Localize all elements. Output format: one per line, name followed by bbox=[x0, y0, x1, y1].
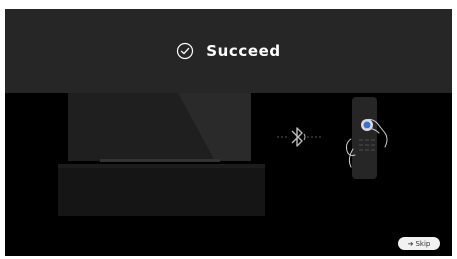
status-row: Succeed bbox=[5, 9, 452, 93]
skip-label: Skip bbox=[415, 239, 431, 248]
skip-button[interactable]: ➔ Skip bbox=[398, 237, 440, 250]
arrow-right-icon: ➔ bbox=[407, 239, 414, 248]
pairing-screen: Succeed ➔ Skip bbox=[5, 9, 452, 256]
status-text: Succeed bbox=[206, 42, 281, 60]
bluetooth-icon bbox=[277, 127, 321, 147]
remote-control-icon bbox=[352, 97, 377, 179]
check-circle-icon bbox=[176, 42, 194, 60]
status-banner: Succeed bbox=[5, 9, 452, 93]
